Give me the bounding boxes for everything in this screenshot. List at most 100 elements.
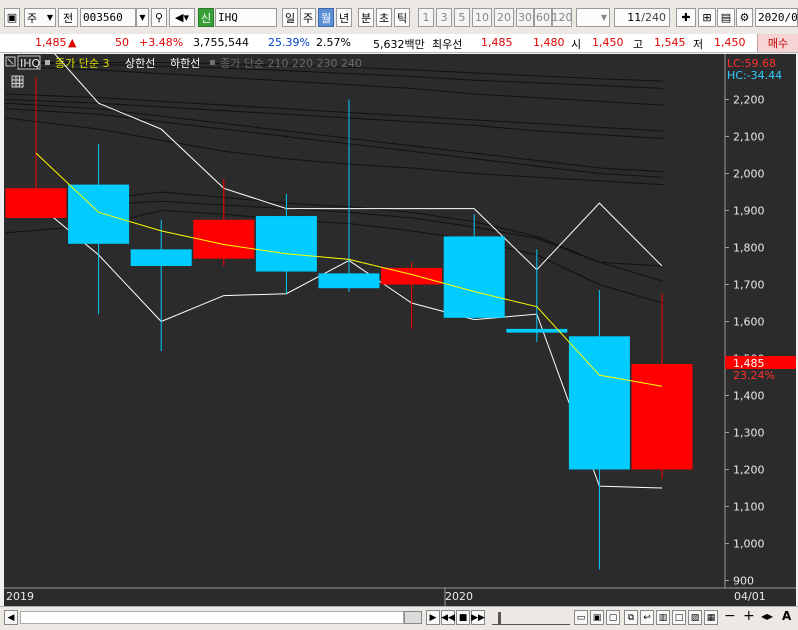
y-tick-label: 1,900	[733, 205, 765, 218]
split-view-icon[interactable]: ▣	[590, 610, 604, 625]
interval-4[interactable]: 20	[494, 8, 514, 27]
y-tick-label: 1,400	[733, 390, 765, 403]
interval-2[interactable]: 5	[454, 8, 470, 27]
chevron-down-icon[interactable]: ▼	[136, 8, 149, 27]
chevron-down-icon: ▼	[46, 13, 53, 22]
high-label: 고	[633, 38, 644, 51]
ma-long-line	[5, 108, 663, 178]
y-tick-label: 1,700	[733, 279, 765, 292]
search-icon[interactable]: ⚲	[151, 8, 167, 27]
fast-forward-icon[interactable]: ▶▶	[471, 610, 485, 625]
interval-1[interactable]: 3	[436, 8, 452, 27]
scroll-left-icon[interactable]: ◀	[4, 610, 18, 625]
candle-body	[193, 219, 255, 259]
page-count-field[interactable]: 11/240	[614, 8, 670, 27]
toolbar: ▣ 주 ▼ 전 003560 ▼ ⚲ ◀▾ 신 IHQ 일 주 월 년 분 초 틱…	[0, 0, 798, 35]
ratio-2: 2.57%	[316, 36, 351, 49]
legend-ma3[interactable]: 종가 단순 3	[55, 57, 109, 70]
interval-6[interactable]: 60	[534, 8, 552, 27]
interval-custom-select[interactable]: ▼	[576, 8, 610, 27]
chart-type-icon[interactable]: ▣	[4, 8, 20, 27]
bottom-toolbar: ◀ ▶ ◀◀ ■ ▶▶ ▭ ▣ ▢ ⧉ ↩ ▥ □ ▨ ▦ − + ◂▸ A	[0, 606, 798, 630]
open-label: 시	[571, 38, 582, 51]
low-price: 1,450	[714, 36, 746, 49]
interval-5[interactable]: 30	[516, 8, 534, 27]
current-price: 1,485	[35, 36, 67, 49]
tab-period-5[interactable]: 초	[376, 8, 392, 27]
font-size-icon[interactable]: A	[782, 609, 791, 623]
y-tick-label: 1,800	[733, 242, 765, 255]
overlay-icon[interactable]: ▢	[606, 610, 620, 625]
screen-icon[interactable]: ▦	[704, 610, 718, 625]
candle-body	[68, 184, 130, 244]
chart-style-icon[interactable]: ▥	[656, 610, 670, 625]
price-change: 50	[115, 36, 129, 49]
y-tick-label: 1,300	[733, 427, 765, 440]
scroll-thumb[interactable]	[404, 611, 422, 624]
legend-upper[interactable]: 상한선	[125, 57, 155, 70]
save-icon[interactable]: ▤	[717, 8, 735, 27]
chart-type-icon[interactable]: ↩	[640, 610, 654, 625]
zoom-out-icon[interactable]: −	[724, 608, 736, 624]
interval-3[interactable]: 10	[472, 8, 492, 27]
interval-0[interactable]: 1	[418, 8, 434, 27]
trade-amount: 5,632백만	[373, 38, 425, 51]
legend-stock[interactable]: IHQ	[20, 57, 41, 70]
market-select[interactable]: 주 ▼	[24, 8, 56, 27]
up-arrow-icon: ▲	[68, 36, 77, 49]
new-badge[interactable]: 신	[198, 8, 214, 27]
turnover-ratio: 25.39%	[268, 36, 310, 49]
tab-period-2[interactable]: 월	[318, 8, 334, 27]
scroll-arrows-icon[interactable]: ◂▸	[761, 609, 773, 623]
y-tick-label: 1,600	[733, 316, 765, 329]
play-icon[interactable]: ▶	[426, 610, 440, 625]
chevron-down-icon: ▼	[600, 13, 607, 22]
chart-add-icon[interactable]: ⊞	[698, 8, 716, 27]
candle-body	[568, 336, 630, 470]
bid-price: 1,480	[533, 36, 565, 49]
quote-bar: 1,485 ▲ 50 +3.48% 3,755,544 25.39% 2.57%…	[0, 34, 798, 53]
date-field[interactable]: 2020/0	[755, 8, 798, 27]
tab-period-6[interactable]: 틱	[394, 8, 410, 27]
scroll-track[interactable]	[20, 611, 404, 624]
rewind-icon[interactable]: ◀◀	[441, 610, 455, 625]
tab-period-0[interactable]: 일	[282, 8, 298, 27]
market-value: 주	[27, 11, 38, 25]
change-percent: +3.48%	[139, 36, 184, 49]
page-count: 11	[627, 11, 642, 24]
candle-body	[255, 216, 317, 272]
tab-period-4[interactable]: 분	[358, 8, 374, 27]
candle-body	[318, 273, 380, 289]
candle-body	[443, 236, 505, 318]
stock-code-input[interactable]: 003560	[80, 8, 136, 27]
buy-button[interactable]: 매수	[757, 34, 798, 52]
x-label-end: 04/01	[734, 590, 766, 603]
y-tick-label: 1,100	[733, 501, 765, 514]
copy-icon[interactable]: ⧉	[624, 610, 638, 625]
legend-box-mark	[7, 58, 14, 65]
tab-period-3[interactable]: 년	[336, 8, 352, 27]
legend-lower[interactable]: 하한선	[170, 56, 200, 70]
image-icon[interactable]: ▨	[688, 610, 702, 625]
zoom-in-icon[interactable]: +	[743, 608, 755, 624]
high-price: 1,545	[654, 36, 686, 49]
speaker-icon[interactable]: ◀▾	[169, 8, 195, 27]
tab-period-1[interactable]: 주	[300, 8, 316, 27]
open-price: 1,450	[592, 36, 624, 49]
y-tick-label: 2,200	[733, 94, 765, 107]
stock-name-field[interactable]: IHQ	[215, 8, 277, 27]
grid-icon[interactable]	[11, 75, 24, 88]
prev-button[interactable]: 전	[58, 8, 78, 27]
zoom-slider-handle[interactable]	[498, 612, 501, 624]
crosshair-icon[interactable]: ✚	[676, 8, 696, 27]
box-icon[interactable]: □	[672, 610, 686, 625]
zoom-slider[interactable]	[492, 612, 570, 625]
legend-ma-long[interactable]: 종가 단순 210 220 230 240	[220, 57, 362, 70]
gear-icon[interactable]: ⚙	[736, 8, 753, 27]
candle-body	[130, 249, 192, 266]
view-icon[interactable]: ▭	[574, 610, 588, 625]
candle-body	[381, 267, 443, 285]
stop-icon[interactable]: ■	[456, 610, 470, 625]
interval-7[interactable]: 120	[552, 8, 573, 27]
price-chart[interactable]: 9001,0001,1001,2001,3001,4001,5001,6001,…	[4, 54, 796, 606]
